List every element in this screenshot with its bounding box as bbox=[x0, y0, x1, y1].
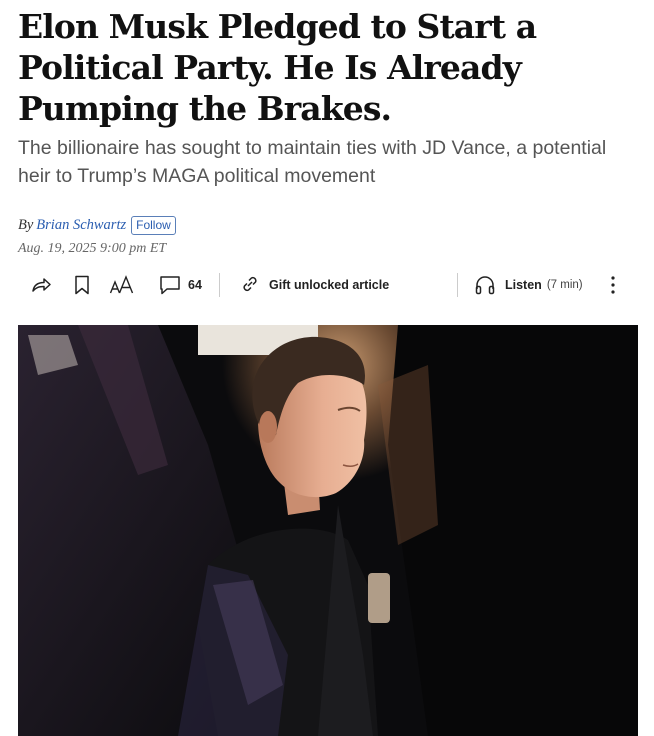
article-dek: The billionaire has sought to maintain t… bbox=[18, 137, 607, 187]
article-photo bbox=[18, 325, 638, 736]
headphones-icon bbox=[474, 274, 496, 296]
follow-button[interactable]: Follow bbox=[131, 216, 176, 235]
listen-label: Listen bbox=[505, 278, 542, 292]
share-icon[interactable] bbox=[30, 270, 52, 300]
byline-prefix: By bbox=[18, 217, 34, 233]
listen-duration: (7 min) bbox=[546, 279, 583, 291]
more-vertical-icon[interactable] bbox=[605, 270, 621, 300]
toolbar-divider bbox=[219, 273, 220, 297]
byline: By Brian Schwartz Follow bbox=[18, 216, 176, 235]
text-size-icon[interactable] bbox=[109, 270, 135, 300]
gift-article-label: Gift unlocked article bbox=[269, 278, 390, 292]
article-toolbar: 64 Gift unlocked article Listen (7 min) bbox=[0, 270, 654, 300]
publish-date: Aug. 19, 2025 9:00 pm ET bbox=[18, 241, 167, 256]
bookmark-icon[interactable] bbox=[73, 270, 91, 300]
author-link[interactable]: Brian Schwartz bbox=[36, 217, 126, 234]
comments-count: 64 bbox=[188, 278, 202, 292]
comments-button[interactable]: 64 bbox=[158, 270, 202, 300]
article-headline: Elon Musk Pledged to Start a Political P… bbox=[18, 7, 537, 128]
listen-button[interactable]: Listen (7 min) bbox=[474, 270, 583, 300]
toolbar-divider bbox=[457, 273, 458, 297]
gift-article-button[interactable]: Gift unlocked article bbox=[238, 270, 389, 300]
comment-icon bbox=[158, 274, 182, 296]
link-icon bbox=[238, 274, 262, 296]
